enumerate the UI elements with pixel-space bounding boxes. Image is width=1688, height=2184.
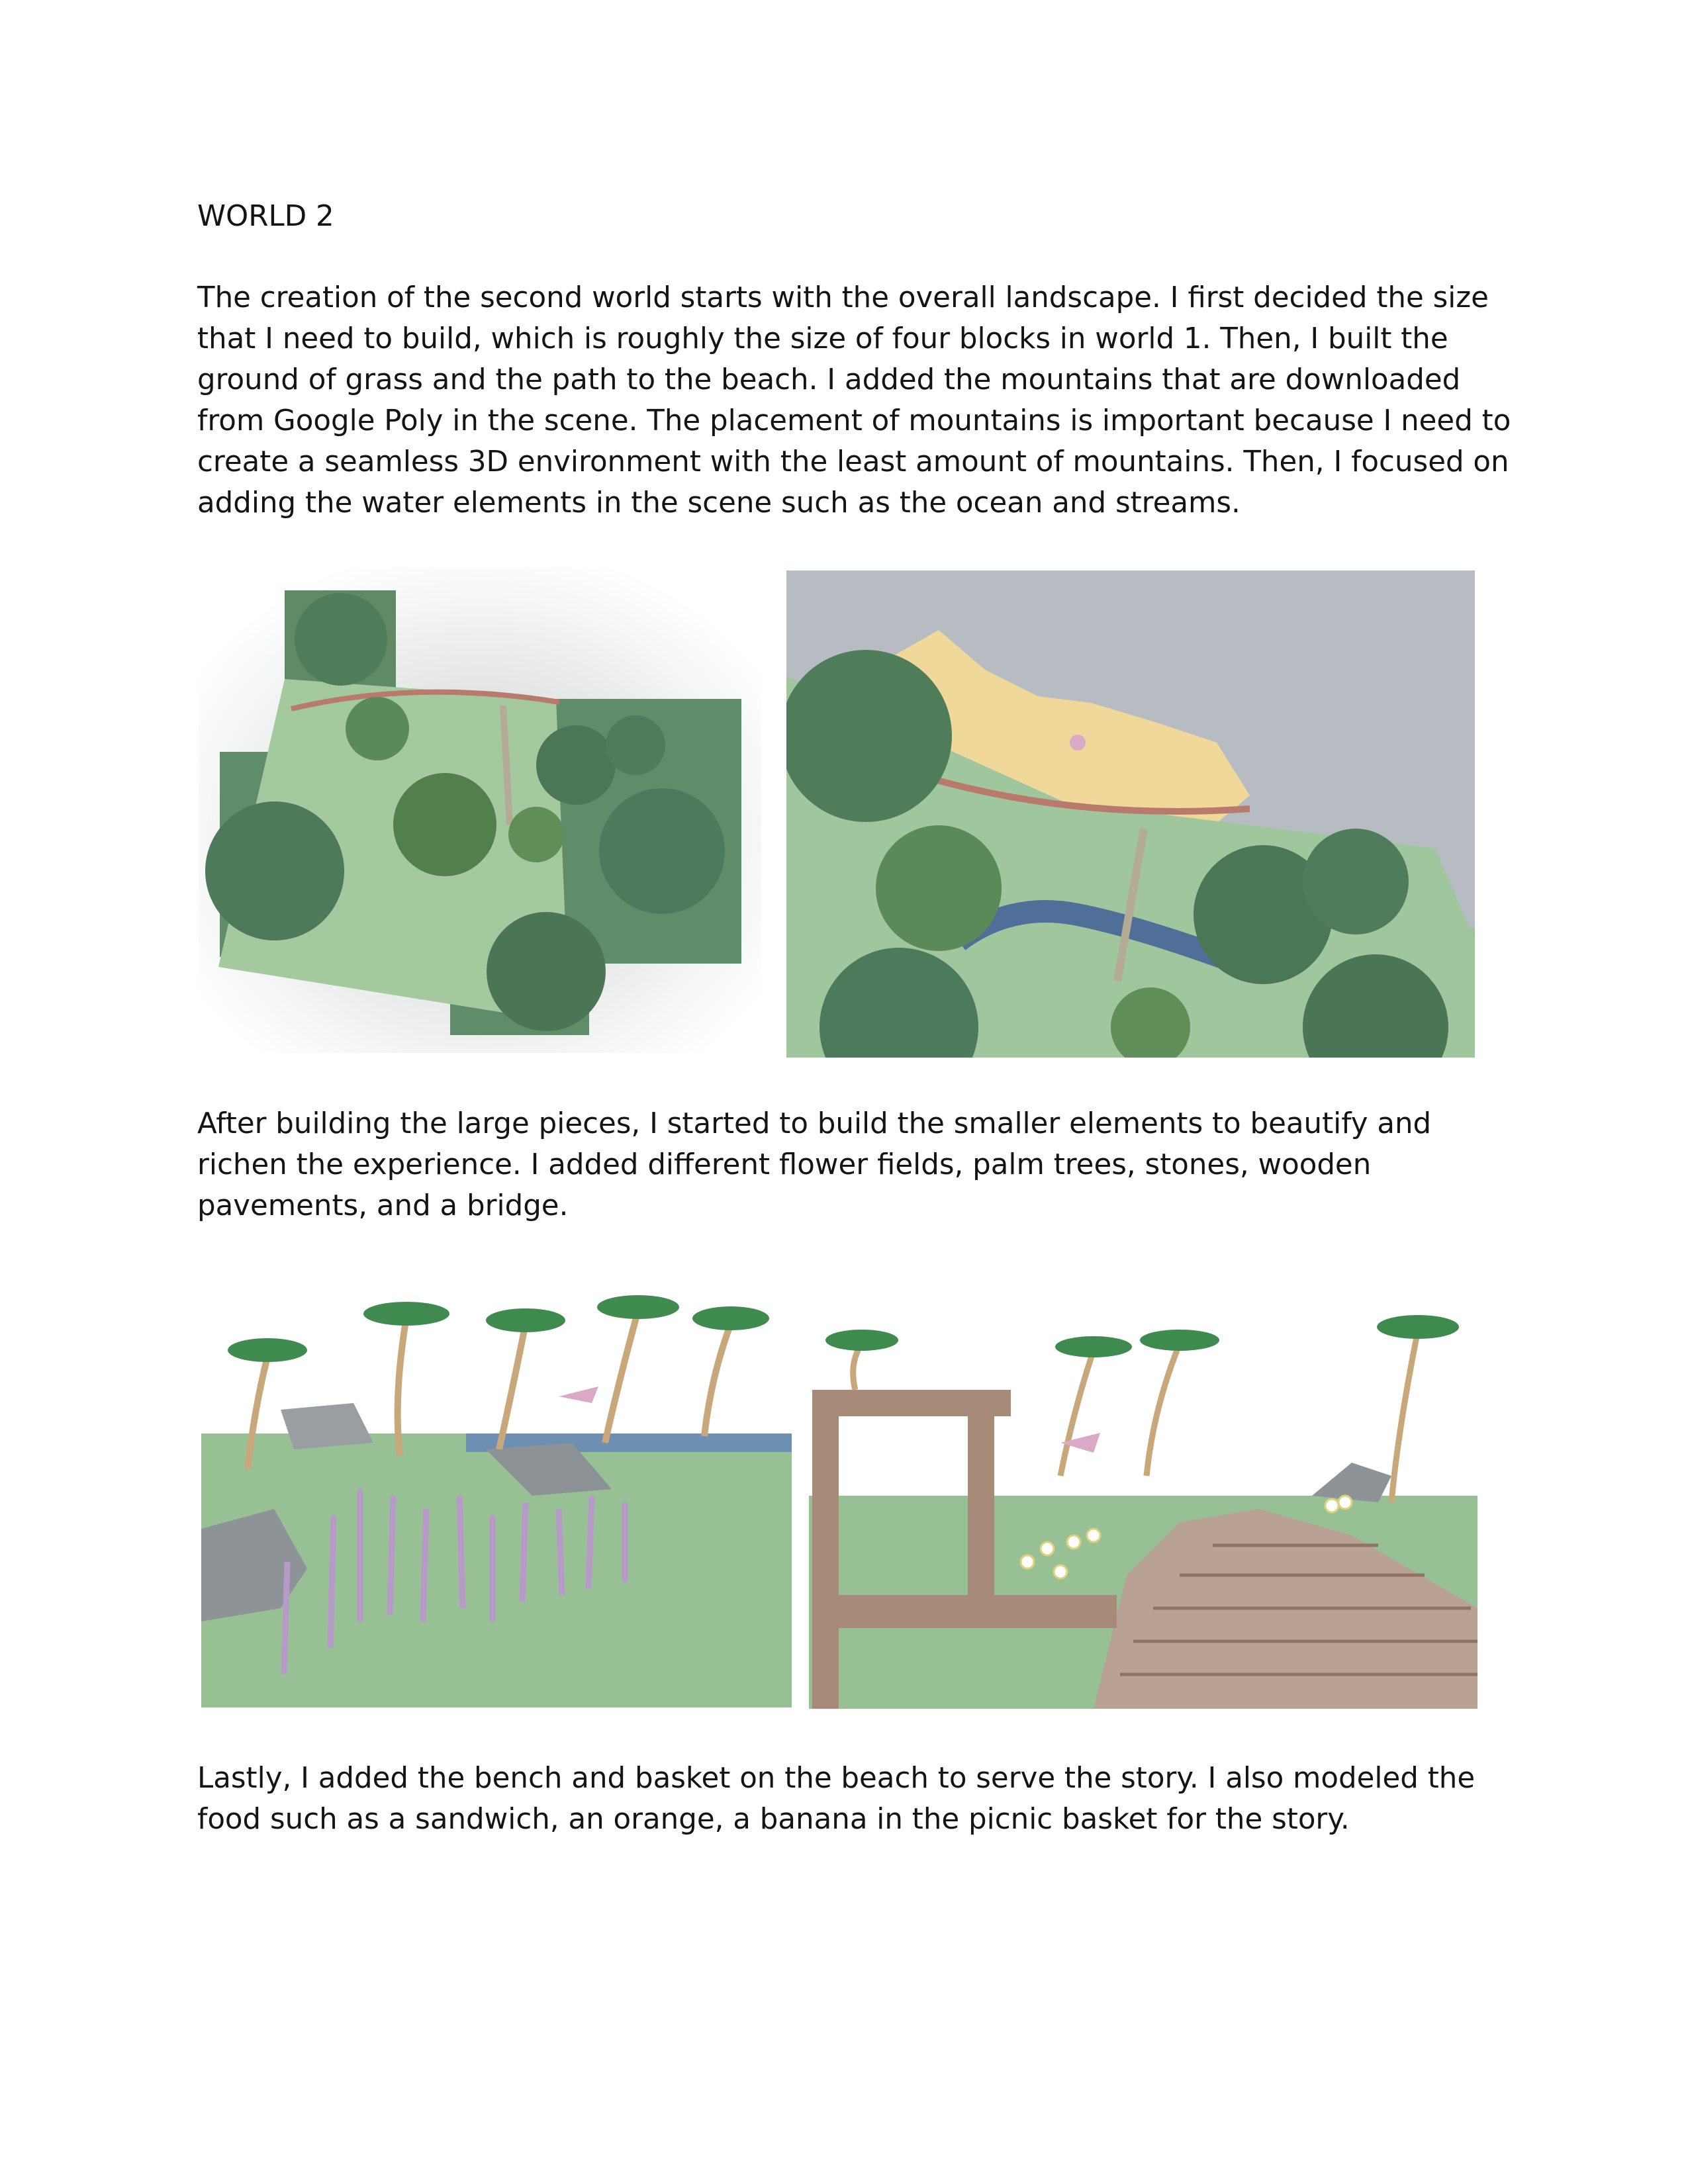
paragraph-story: Lastly, I added the bench and basket on … xyxy=(197,1758,1475,1840)
paragraph-line: richen the experience. I added different… xyxy=(197,1148,1372,1181)
figure-aerial-beach xyxy=(786,570,1475,1058)
paragraph-line: food such as a sandwich, an orange, a ba… xyxy=(197,1803,1350,1836)
section-heading: WORLD 2 xyxy=(197,200,334,233)
figure-wooden-path xyxy=(809,1277,1477,1709)
paragraph-line: that I need to build, which is roughly t… xyxy=(197,322,1448,355)
paragraph-line: from Google Poly in the scene. The place… xyxy=(197,404,1511,437)
paragraph-line: adding the water elements in the scene s… xyxy=(197,486,1241,520)
paragraph-line: create a seamless 3D environment with th… xyxy=(197,445,1509,478)
paragraph-line: ground of grass and the path to the beac… xyxy=(197,363,1461,396)
paragraph-line: pavements, and a bridge. xyxy=(197,1189,569,1222)
document-page: WORLD 2 The creation of the second world… xyxy=(0,0,1688,2184)
figure-flower-field xyxy=(201,1277,792,1707)
figure-aerial-terrain xyxy=(199,567,761,1053)
paragraph-details: After building the large pieces, I start… xyxy=(197,1103,1431,1226)
paragraph-line: Lastly, I added the bench and basket on … xyxy=(197,1762,1476,1795)
paragraph-landscape: The creation of the second world starts … xyxy=(197,277,1511,523)
paragraph-line: The creation of the second world starts … xyxy=(197,281,1489,314)
paragraph-line: After building the large pieces, I start… xyxy=(197,1107,1432,1140)
